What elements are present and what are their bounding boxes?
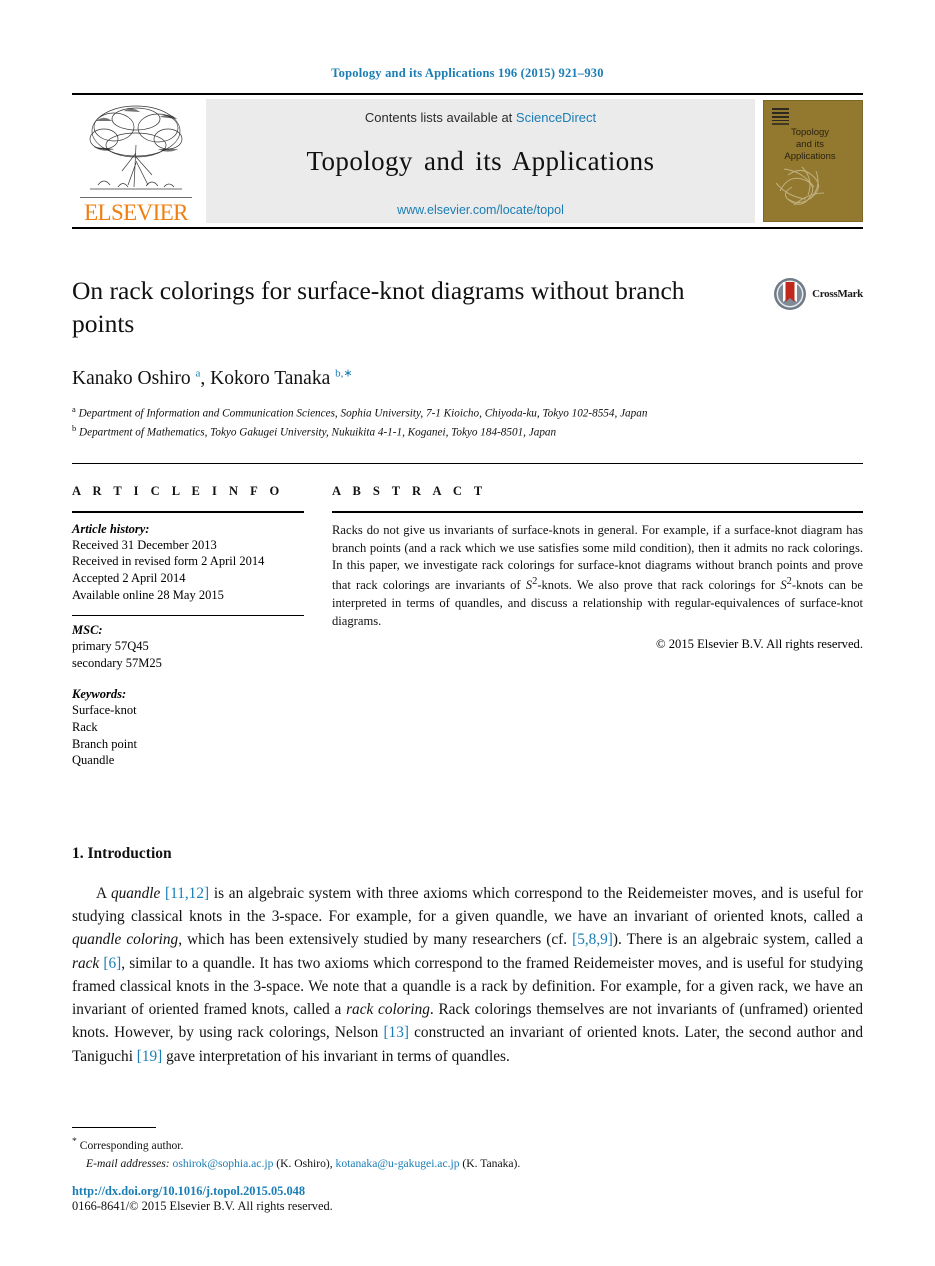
info-section-divider [72, 462, 863, 464]
abstract-heading: A B S T R A C T [332, 483, 487, 498]
running-head: Topology and its Applications 196 (2015)… [331, 66, 604, 80]
article-info-heading: A R T I C L E I N F O [72, 483, 284, 498]
affiliation-item: b Department of Mathematics, Tokyo Gakug… [72, 422, 772, 441]
authors-text: Kanako Oshiro a, Kokoro Tanaka b,∗ [72, 367, 353, 389]
issn-copyright-line: 0166-8641/© 2015 Elsevier B.V. All right… [72, 1199, 333, 1213]
email-label: E-mail addresses: [86, 1156, 170, 1170]
journal-cover-thumbnail[interactable]: Topology and its Applications [763, 100, 863, 222]
cover-title-line-1: Topology [790, 127, 830, 138]
article-page: Topology and its Applications 196 (2015)… [0, 0, 935, 1266]
footnote-divider [72, 1127, 156, 1129]
cover-knot-artwork-icon [775, 166, 825, 206]
keywords-block: Keywords: Surface-knot Rack Branch point… [72, 687, 304, 769]
page-title: On rack colorings for surface-knot diagr… [72, 276, 685, 338]
sciencedirect-link[interactable]: ScienceDirect [516, 110, 596, 125]
elsevier-logo: ELSEVIER [72, 95, 200, 227]
crossmark-badge[interactable]: CrossMark [773, 277, 863, 311]
keyword-item: Rack [72, 720, 98, 735]
msc-item: primary 57Q45 [72, 639, 149, 654]
msc-divider [72, 615, 304, 617]
title-block: On rack colorings for surface-knot diagr… [72, 275, 863, 441]
keyword-item: Quandle [72, 753, 115, 768]
cover-title-text: Topology and its Applications [764, 127, 856, 163]
crossmark-icon [774, 278, 807, 310]
abstract-rule [332, 510, 863, 513]
page-footer: * Corresponding author. E-mail addresses… [72, 1127, 863, 1214]
msc-item: secondary 57M25 [72, 655, 162, 670]
keyword-item: Branch point [72, 736, 137, 751]
article-info-column: A R T I C L E I N F O Article history: R… [72, 484, 304, 769]
elsevier-logo-rule [80, 197, 192, 198]
crossmark-label: CrossMark [812, 288, 863, 300]
history-item: Received 31 December 2013 [72, 537, 217, 552]
article-history-label: Article history: [72, 521, 150, 536]
affiliation-text-b: Department of Mathematics, Tokyo Gakugei… [79, 426, 557, 439]
corresponding-author-note: * Corresponding author. [72, 1135, 863, 1154]
corresponding-author-marker: * [72, 1136, 77, 1148]
affiliation-item: a Department of Information and Communic… [72, 403, 772, 422]
masthead-center-band: Contents lists available at ScienceDirec… [206, 99, 755, 223]
info-abstract-columns: A R T I C L E I N F O Article history: R… [72, 484, 863, 769]
corresponding-author-text: Corresponding author. [79, 1139, 184, 1153]
cover-elsevier-mark-icon [772, 108, 789, 125]
introduction-paragraph: A quandle [11,12] is an algebraic system… [72, 884, 864, 1065]
elsevier-tree-icon [89, 105, 183, 190]
section-heading-introduction: 1. Introduction [72, 844, 172, 862]
email-addresses[interactable]: oshirok@sophia.ac.jp (K. Oshiro), kotana… [173, 1157, 521, 1170]
contents-available-line: Contents lists available at ScienceDirec… [365, 110, 596, 125]
elsevier-wordmark: ELSEVIER [84, 200, 188, 225]
journal-homepage-link[interactable]: www.elsevier.com/locate/topol [397, 203, 564, 217]
email-note: E-mail addresses: oshirok@sophia.ac.jp (… [72, 1155, 863, 1172]
affiliation-marker-a: a [72, 403, 76, 414]
abstract-text: Racks do not give us invariants of surfa… [332, 522, 863, 629]
affiliation-marker-b: b [72, 422, 77, 433]
affiliation-list: a Department of Information and Communic… [72, 403, 772, 441]
author-list: Kanako Oshiro a, Kokoro Tanaka b,∗ [72, 366, 863, 390]
history-item: Received in revised form 2 April 2014 [72, 554, 265, 569]
abstract-column: A B S T R A C T Racks do not give us inv… [332, 484, 863, 769]
cover-title-line-2: and its [796, 138, 824, 150]
history-item: Accepted 2 April 2014 [72, 570, 186, 585]
abstract-copyright: © 2015 Elsevier B.V. All rights reserved… [656, 637, 863, 652]
keywords-label: Keywords: [72, 687, 127, 702]
affiliation-text-a: Department of Information and Communicat… [78, 407, 648, 420]
history-item: Available online 28 May 2015 [72, 587, 224, 602]
journal-masthead: ELSEVIER Contents lists available at Sci… [72, 93, 863, 229]
article-info-rule [72, 510, 304, 513]
journal-title: Topology and its Applications [306, 146, 655, 176]
keyword-item: Surface-knot [72, 703, 137, 718]
msc-label: MSC: [72, 623, 103, 638]
doi-link[interactable]: http://dx.doi.org/10.1016/j.topol.2015.0… [72, 1184, 863, 1199]
contents-prefix: Contents lists available at [364, 110, 513, 125]
